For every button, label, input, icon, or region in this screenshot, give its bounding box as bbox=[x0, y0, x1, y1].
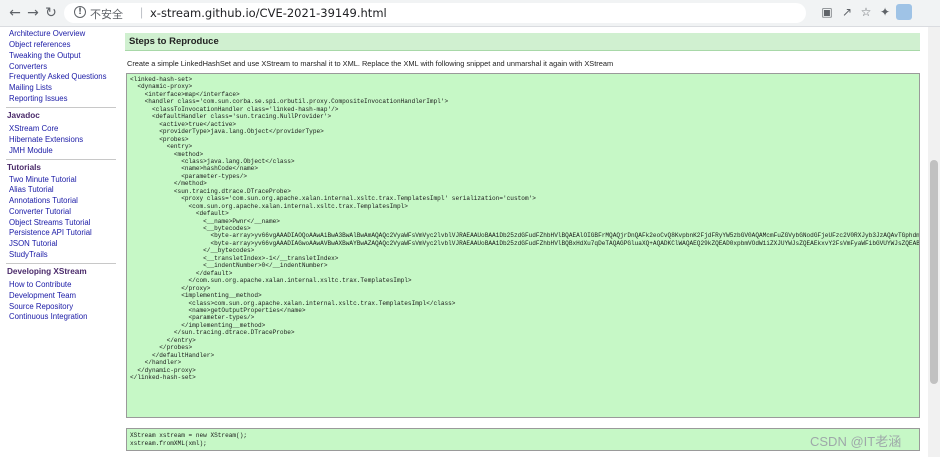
scrollbar-thumb[interactable] bbox=[930, 160, 938, 384]
code-line: <entry> bbox=[130, 143, 193, 151]
sidebar-link-development-team[interactable]: Development Team bbox=[9, 291, 76, 301]
sidebar-link-tweaking-output[interactable]: Tweaking the Output bbox=[9, 51, 81, 61]
code-line: <class>java.lang.Object</class> bbox=[130, 157, 295, 165]
sidebar-link-persistence-api-tutorial[interactable]: Persistence API Tutorial bbox=[9, 228, 92, 238]
section-title: Steps to Reproduce bbox=[129, 36, 219, 47]
extensions-icon[interactable]: ✦ bbox=[878, 5, 892, 19]
address-bar[interactable]: ! 不安全 | x-stream.github.io/CVE-2021-3914… bbox=[64, 3, 806, 23]
code-line: <com.sun.org.apache.xalan.internal.xsltc… bbox=[130, 202, 408, 210]
url-separator: | bbox=[140, 5, 144, 19]
sidebar-link-xstream-core[interactable]: XStream Core bbox=[9, 124, 58, 134]
code-line: <interface>map</interface> bbox=[130, 90, 240, 98]
sidebar: Architecture Overview Object references … bbox=[0, 27, 118, 457]
star-icon[interactable]: ☆ bbox=[859, 5, 873, 19]
code-line: <byte-array>yv66vgAAADIAOQoAAwAiBwA3BwAl… bbox=[130, 232, 920, 240]
code-line: <class>com.sun.org.apache.xalan.internal… bbox=[130, 299, 456, 307]
code-line: </defaultHandler> bbox=[130, 351, 215, 359]
code-line: <name>getOutputProperties</name> bbox=[130, 306, 306, 314]
code-line: <parameter-types/> bbox=[130, 314, 255, 322]
code-line: </sun.tracing.dtrace.DTraceProbe> bbox=[130, 329, 295, 337]
sidebar-divider bbox=[6, 263, 116, 264]
code-line: <implementing__method> bbox=[130, 292, 262, 300]
sidebar-link-architecture-overview[interactable]: Architecture Overview bbox=[9, 29, 85, 39]
code-line: <name>hashCode</name> bbox=[130, 165, 258, 173]
code-line: <method> bbox=[130, 150, 204, 158]
code-line: </implementing__method> bbox=[130, 321, 266, 329]
code-line: <classToInvocationHandler class='linked-… bbox=[130, 105, 339, 113]
code-line: <sun.tracing.dtrace.DTraceProbe> bbox=[130, 187, 291, 195]
code-line: </proxy> bbox=[130, 284, 211, 292]
code-line: </__bytecodes> bbox=[130, 247, 255, 255]
code-line: <dynamic-proxy> bbox=[130, 83, 193, 91]
back-arrow-icon[interactable]: ← bbox=[6, 4, 24, 22]
sidebar-heading-tutorials: Tutorials bbox=[7, 163, 41, 172]
insecure-label[interactable]: 不安全 bbox=[90, 6, 123, 22]
code-line: </com.sun.org.apache.xalan.internal.xslt… bbox=[130, 277, 412, 285]
sidebar-link-converters[interactable]: Converters bbox=[9, 62, 47, 72]
sidebar-link-studytrails[interactable]: StudyTrails bbox=[9, 250, 48, 260]
section-header: Steps to Reproduce bbox=[125, 33, 920, 51]
forward-arrow-icon[interactable]: → bbox=[24, 4, 42, 22]
code-line: <handler class='com.sun.corba.se.spi.orb… bbox=[130, 98, 449, 106]
sidebar-link-mailing-lists[interactable]: Mailing Lists bbox=[9, 83, 52, 93]
code-line: <probes> bbox=[130, 135, 189, 143]
share-icon[interactable]: ↗ bbox=[840, 5, 854, 19]
code-line: <defaultHandler class='sun.tracing.NullP… bbox=[130, 113, 332, 121]
sidebar-heading-developing: Developing XStream bbox=[7, 267, 87, 276]
sidebar-link-object-streams-tutorial[interactable]: Object Streams Tutorial bbox=[9, 218, 90, 228]
sidebar-link-reporting-issues[interactable]: Reporting Issues bbox=[9, 94, 68, 104]
sidebar-divider bbox=[6, 107, 116, 108]
code-line: <active>true</active> bbox=[130, 120, 237, 128]
sidebar-link-how-to-contribute[interactable]: How to Contribute bbox=[9, 280, 71, 290]
code-line: <__bytecodes> bbox=[130, 225, 251, 232]
sidebar-link-faq[interactable]: Frequently Asked Questions bbox=[9, 72, 107, 82]
sidebar-divider bbox=[6, 159, 116, 160]
sidebar-heading-javadoc: Javadoc bbox=[7, 111, 40, 120]
java-code-block[interactable]: XStream xstream = new XStream(); xstream.… bbox=[126, 428, 920, 451]
translate-icon[interactable]: ▣ bbox=[820, 5, 834, 19]
code-line: <__name>Pwnr</__name> bbox=[130, 217, 280, 225]
code-line: <__indentNumber>0</__indentNumber> bbox=[130, 262, 328, 270]
sidebar-link-continuous-integration[interactable]: Continuous Integration bbox=[9, 312, 87, 322]
sidebar-link-hibernate-extensions[interactable]: Hibernate Extensions bbox=[9, 135, 83, 145]
reload-icon[interactable]: ↻ bbox=[42, 4, 60, 22]
sidebar-link-jmh-module[interactable]: JMH Module bbox=[9, 146, 53, 156]
code-line: <providerType>java.lang.Object</provider… bbox=[130, 128, 324, 136]
code-line: <linked-hash-set> bbox=[130, 76, 193, 83]
code-line: </handler> bbox=[130, 359, 182, 367]
code-line: <parameter-types/> bbox=[130, 172, 248, 180]
sidebar-link-two-minute-tutorial[interactable]: Two Minute Tutorial bbox=[9, 175, 77, 185]
code-line: XStream xstream = new XStream(); bbox=[130, 432, 248, 439]
sidebar-link-converter-tutorial[interactable]: Converter Tutorial bbox=[9, 207, 71, 217]
code-line: xstream.fromXML(xml); bbox=[130, 439, 207, 447]
intro-text: Create a simple LinkedHashSet and use XS… bbox=[127, 59, 614, 68]
code-line: <default> bbox=[130, 210, 229, 218]
watermark-text: CSDN @IT老涵 bbox=[810, 434, 902, 449]
browser-toolbar: ← → ↻ ! 不安全 | x-stream.github.io/CVE-202… bbox=[0, 0, 940, 27]
warning-icon[interactable]: ! bbox=[74, 6, 86, 18]
code-line: </default> bbox=[130, 269, 233, 277]
code-line: <__transletIndex>-1</__transletIndex> bbox=[130, 254, 339, 262]
code-line: <proxy class='com.sun.org.apache.xalan.i… bbox=[130, 195, 536, 203]
code-line: </entry> bbox=[130, 336, 196, 344]
sidebar-link-source-repository[interactable]: Source Repository bbox=[9, 302, 73, 312]
code-line: <byte-array>yv66vgAAADIAGwoAAwAVBwAXBwAY… bbox=[130, 239, 920, 247]
code-line: </method> bbox=[130, 180, 207, 188]
url-text[interactable]: x-stream.github.io/CVE-2021-39149.html bbox=[150, 6, 387, 20]
sidebar-link-object-references[interactable]: Object references bbox=[9, 40, 71, 50]
profile-avatar[interactable] bbox=[896, 4, 912, 20]
sidebar-link-json-tutorial[interactable]: JSON Tutorial bbox=[9, 239, 58, 249]
xml-code-block[interactable]: <linked-hash-set> <dynamic-proxy> <inter… bbox=[126, 73, 920, 418]
code-line: </dynamic-proxy> bbox=[130, 366, 196, 374]
sidebar-link-alias-tutorial[interactable]: Alias Tutorial bbox=[9, 185, 54, 195]
code-line: </probes> bbox=[130, 344, 193, 352]
sidebar-link-annotations-tutorial[interactable]: Annotations Tutorial bbox=[9, 196, 78, 206]
code-line: </linked-hash-set> bbox=[130, 374, 196, 381]
